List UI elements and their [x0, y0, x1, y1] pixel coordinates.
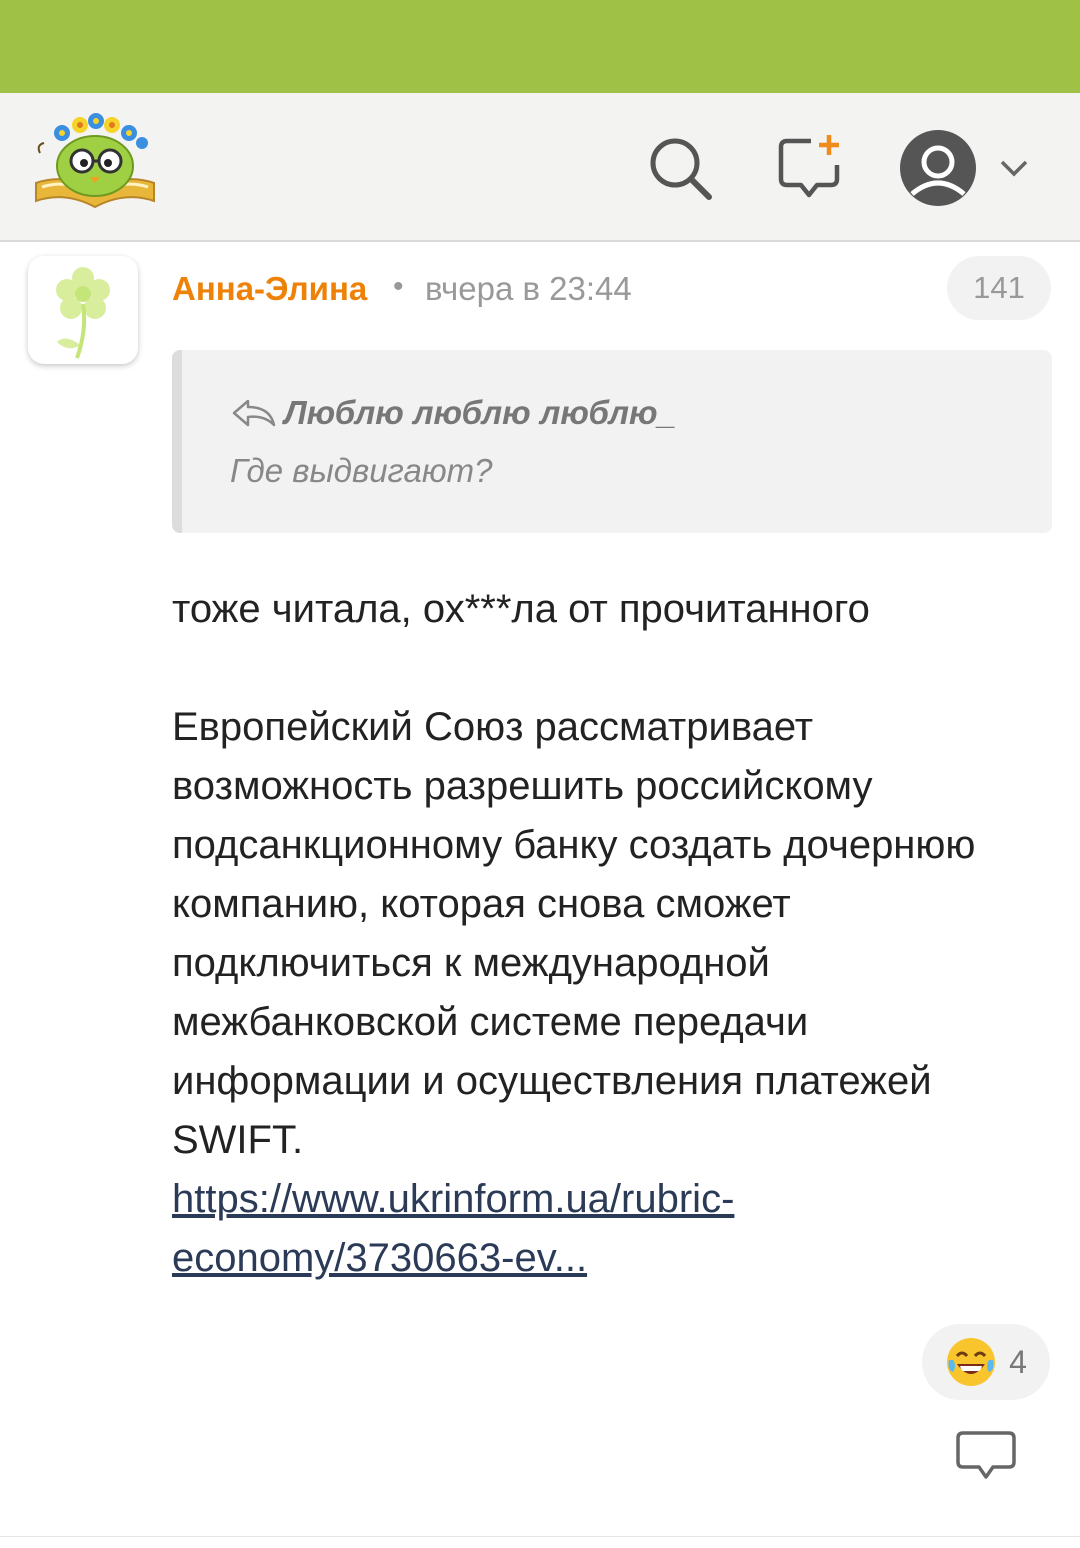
reply-arrow-icon [232, 399, 276, 427]
quote-author: Люблю люблю люблю_ [284, 394, 676, 431]
search-button[interactable] [640, 128, 720, 208]
top-app-bar [0, 93, 1080, 242]
post-body: тоже читала, ох***ла от прочитанного Евр… [172, 580, 1052, 1288]
post-text-paragraph: Европейский Союз рассматривает возможнос… [172, 705, 976, 1162]
meta-separator: • [393, 270, 404, 303]
profile-menu-button[interactable] [898, 128, 1038, 208]
external-link-line-1[interactable]: https://www.ukrinform.ua/rubric- [172, 1170, 1052, 1229]
post-timestamp: вчера в 23:44 [425, 270, 632, 307]
new-message-icon [778, 135, 840, 198]
reply-comment-button[interactable] [955, 1430, 1017, 1484]
reaction-count: 4 [1009, 1343, 1027, 1380]
search-icon [650, 138, 712, 200]
comment-counter-badge[interactable]: 141 [947, 256, 1051, 320]
quote-header: Люблю люблю люблю_ [230, 394, 676, 432]
author-name[interactable]: Анна-Элина [172, 270, 367, 308]
quote-text: Где выдвигают? [230, 452, 493, 489]
laughing-emoji-icon [947, 1338, 996, 1386]
user-avatar-icon [900, 130, 976, 206]
external-link-line-2[interactable]: economy/3730663-ev... [172, 1229, 1052, 1288]
post-text-first-line: тоже читала, ох***ла от прочитанного [172, 587, 870, 631]
new-post-button[interactable] [770, 128, 850, 208]
chevron-down-icon [1000, 160, 1028, 177]
site-logo[interactable] [30, 111, 160, 211]
post-divider [0, 1536, 1080, 1537]
reaction-button[interactable]: 4 [922, 1324, 1050, 1400]
comment-post: Анна-Элина • вчера в 23:44 141 Люблю люб… [0, 242, 1080, 1542]
quoted-reply[interactable]: Люблю люблю люблю_ Где выдвигают? [172, 350, 1052, 533]
status-bar [0, 0, 1080, 93]
author-avatar[interactable] [28, 256, 138, 364]
comment-bubble-icon [956, 1431, 1016, 1479]
